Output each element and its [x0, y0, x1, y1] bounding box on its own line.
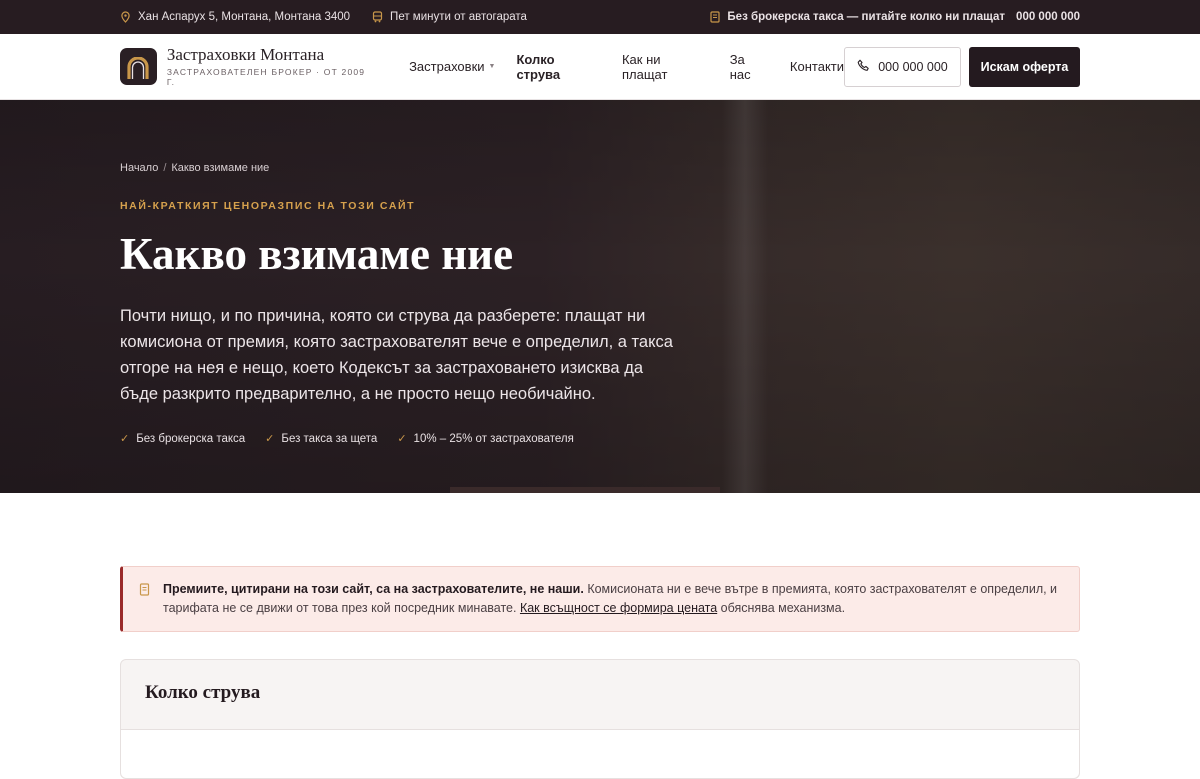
brand-name: Застраховки Монтана	[166, 44, 325, 64]
breadcrumb-current: Какво взимаме ние	[171, 162, 270, 174]
hero-eyebrow: Най-краткият ценоразпис на този сайт	[120, 200, 416, 212]
nav-insurance-label: Застраховки	[409, 59, 485, 74]
phone-button[interactable]: 000 000 000	[844, 46, 961, 87]
bus-icon	[372, 11, 383, 23]
address-info: Хан Аспарух 5, Монтана, Монтана 3400	[120, 11, 350, 23]
checklist-item: ✓ Без брокерска такса	[120, 432, 246, 446]
notice-bold-text: Премиите, цитирани на този сайт, са на з…	[163, 582, 584, 596]
pricing-card-title: Колко струва	[145, 682, 261, 703]
nav-item-how-paid[interactable]: Как ни плащат	[622, 52, 709, 82]
phone-icon	[857, 59, 870, 75]
breadcrumb: Начало / Какво взимаме ние	[120, 162, 269, 174]
checklist-item-label: Без брокерска такса	[136, 432, 246, 445]
nav-item-insurance[interactable]: Застраховки ▼	[409, 59, 495, 74]
hero-background-detail	[450, 487, 720, 493]
address-text: Хан Аспарух 5, Монтана, Монтана 3400	[138, 11, 351, 23]
site-logo[interactable]: Застраховки Монтана Застрахователен брок…	[120, 44, 376, 88]
top-bar: Хан Аспарух 5, Монтана, Монтана 3400 Пет…	[0, 0, 1200, 34]
fee-note-text: Без брокерска такса — питайте колко ни п…	[727, 11, 1006, 23]
checklist-item-label: Без такса за щета	[281, 432, 378, 445]
check-icon: ✓	[265, 433, 275, 445]
page-title: Какво взимаме ние	[120, 229, 514, 279]
hero-background-light	[722, 100, 768, 493]
checklist-item: ✓ 10% – 25% от застрахователя	[397, 432, 574, 446]
pricing-card: Колко струва	[120, 659, 1080, 779]
nav-item-contacts[interactable]: Контакти	[790, 59, 844, 74]
main-nav: Застраховки ▼ Колко струва Как ни плащат…	[409, 52, 844, 82]
hero-section: Начало / Какво взимаме ние Най-краткият це…	[0, 100, 1200, 493]
nav-item-pricing[interactable]: Колко струва	[516, 52, 601, 82]
arch-logo-icon	[120, 48, 157, 85]
fee-note: Без брокерска такса — питайте колко ни п…	[710, 11, 1080, 23]
nav-item-about[interactable]: За нас	[730, 52, 769, 82]
check-icon: ✓	[120, 433, 130, 445]
hero-checklist: ✓ Без брокерска такса ✓ Без такса за щет…	[120, 432, 574, 446]
checklist-item-label: 10% – 25% от застрахователя	[413, 432, 574, 445]
check-icon: ✓	[397, 433, 407, 445]
topbar-phone-link[interactable]: 000 000 000	[1016, 11, 1080, 23]
transit-info: Пет минути от автогарата	[372, 11, 527, 23]
site-header: Застраховки Монтана Застрахователен брок…	[0, 34, 1200, 100]
breadcrumb-home-link[interactable]: Начало	[120, 162, 158, 174]
phone-button-label: 000 000 000	[878, 59, 948, 74]
location-pin-icon	[120, 11, 131, 23]
notice-tail-text: обяснява механизма.	[717, 601, 846, 615]
breadcrumb-separator: /	[163, 162, 167, 174]
checklist-item: ✓ Без такса за щета	[265, 432, 378, 446]
price-formation-link[interactable]: Как всъщност се формира цената	[520, 601, 717, 615]
chevron-down-icon: ▼	[488, 63, 496, 70]
receipt-icon	[710, 11, 721, 23]
transit-text: Пет минути от автогарата	[390, 11, 527, 23]
request-quote-button[interactable]: Искам оферта	[969, 46, 1080, 87]
brand-subtitle: Застрахователен брокер · от 2009 г.	[166, 67, 366, 88]
pricing-card-body	[121, 730, 1079, 778]
receipt-icon	[139, 583, 150, 602]
premium-notice: Премиите, цитирани на този сайт, са на з…	[120, 566, 1080, 632]
hero-lead: Почти нищо, и по причина, която си струв…	[120, 307, 673, 403]
